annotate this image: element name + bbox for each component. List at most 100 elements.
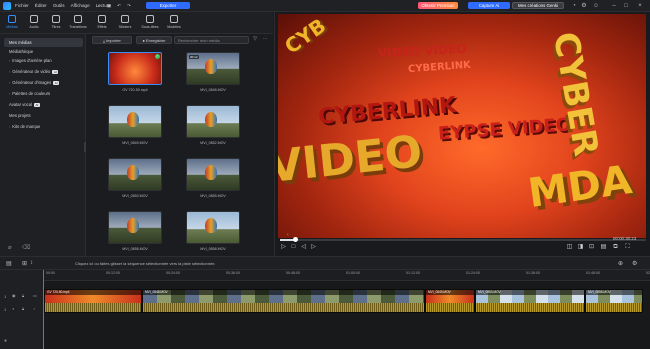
step-forward-icon[interactable]: ▷ (310, 244, 317, 251)
prev-frame-icon[interactable]: ‹ (287, 232, 289, 238)
scrubber-handle[interactable] (292, 237, 298, 242)
stop-icon[interactable]: □ (290, 244, 297, 251)
scene-text-bottom: MDA (525, 156, 635, 218)
save-icon[interactable]: ▣ (106, 2, 112, 9)
sidebar-item-video-generator[interactable]: › Générateur de vidéo AI (4, 67, 83, 76)
redo-icon[interactable]: ↷ (126, 2, 132, 9)
import-button[interactable]: ⤓ Importer (92, 36, 132, 44)
media-thumbnail[interactable] (108, 105, 162, 138)
close-icon[interactable]: × (636, 2, 644, 10)
duration-badge: 00:12 (189, 55, 199, 59)
check-icon: ✓ (155, 54, 160, 59)
tab-effects[interactable]: Effets (92, 14, 112, 32)
clip-label: MVI_0849.MOV (426, 290, 474, 295)
timecode-display: 00:00:30:23 (613, 236, 637, 241)
export-button[interactable]: Exporter (146, 2, 190, 9)
menu-file[interactable]: Fichier (15, 3, 29, 8)
timeline-settings-icon[interactable]: ⚙ (632, 260, 639, 267)
timeline-hint: Cliquez ici ou faites glisser la séquenc… (75, 261, 216, 266)
sidebar-item-backgrounds[interactable]: › Images d'arrière-plan (4, 56, 83, 65)
tab-subtitles[interactable]: Sous-titres (140, 14, 160, 32)
tab-titles[interactable]: Titres (46, 14, 66, 32)
step-back-icon[interactable]: ◁ (300, 244, 307, 251)
track-height-icon[interactable]: ↕ (30, 260, 37, 267)
lock-icon[interactable]: 🔒︎ (22, 306, 24, 311)
video-preview[interactable]: VIDEO CYBERLINK VIDEO VIDEO CYBERLINK EY… (278, 14, 646, 238)
media-thumbnail[interactable]: 00:12 (186, 52, 240, 85)
timeline-ruler[interactable]: 00:00 00:12:00 00:24:00 00:36:00 00:48:00 01:… (44, 270, 650, 281)
media-thumbnail[interactable] (186, 211, 240, 244)
tab-transitions[interactable]: Transitions (68, 14, 88, 32)
sidebar-item-color-palettes[interactable]: › Palettes de couleurs (4, 89, 83, 98)
maximize-icon[interactable]: □ (622, 2, 630, 10)
media-caption: MVI_0848.MOV (200, 88, 226, 92)
user-icon[interactable]: ☺ (592, 2, 600, 10)
menu-view[interactable]: Affichage (71, 3, 90, 8)
quality-icon[interactable]: ▤ (600, 244, 607, 251)
ai-badge: AI (33, 102, 40, 107)
menu-edit[interactable]: Éditer (35, 3, 47, 8)
undo-icon[interactable]: ↶ (116, 2, 122, 9)
media-thumbnail[interactable]: ✓ (108, 52, 162, 85)
record-button[interactable]: ● Enregistrer (136, 36, 172, 44)
timeline-menu-icon[interactable]: ▤ (6, 260, 13, 267)
timeline-clip[interactable]: GV 720-50.mp4 (44, 289, 142, 313)
timeline-clip[interactable]: MVI_0848.MOV (142, 289, 425, 313)
sidebar-item-image-generator[interactable]: › Générateur d'images AI (4, 78, 83, 87)
speaker-icon[interactable]: ◖ (12, 306, 14, 311)
get-premium-button[interactable]: Obtenir Premium (418, 2, 458, 9)
my-creations-button[interactable]: Mes créations Genki (512, 2, 564, 9)
notifications-icon[interactable]: ◔ (570, 2, 578, 10)
filter-icon[interactable]: ▽ (251, 36, 259, 44)
tab-stickers[interactable]: Stickers (115, 14, 135, 32)
effects-icon (98, 15, 106, 23)
media-thumbnail[interactable] (108, 158, 162, 191)
settings-icon[interactable]: ⚙ (580, 2, 588, 10)
ai-capture-button[interactable]: Capture Ai (468, 2, 510, 9)
chevron-right-icon: › (9, 70, 11, 74)
title-bar: Fichier Éditer Outils Affichage Lecture … (0, 0, 650, 12)
more-icon[interactable]: ⋯ (261, 36, 269, 44)
ai-badge: AI (53, 80, 60, 85)
sidebar-item-voice-avatar[interactable]: Avatar vocal AI (4, 100, 83, 109)
media-thumbnail[interactable] (186, 158, 240, 191)
fit-icon[interactable]: ⊡ (588, 244, 595, 251)
sidebar-item-brand-kits[interactable]: › Kits de marque (4, 122, 83, 131)
media-caption: MVI_0858.MOV (122, 247, 148, 251)
search-input[interactable]: Rechercher mon média (174, 36, 249, 44)
tab-media[interactable]: Médias (2, 14, 22, 32)
playback-scrubber[interactable] (280, 239, 646, 241)
timeline-clip[interactable]: MVI_0853.MOV (475, 289, 585, 313)
balloon-shape (205, 59, 217, 74)
sidebar-item-my-projects[interactable]: Mes projets (4, 111, 83, 120)
track-add-icon[interactable]: ● (4, 338, 7, 344)
balloon-shape (127, 218, 139, 233)
home-icon[interactable]: ⌂ (96, 2, 102, 9)
trash-icon[interactable]: ⌫ (22, 244, 30, 251)
tab-templates[interactable]: Modèles (164, 14, 184, 32)
fullscreen-icon[interactable]: ⛶ (624, 244, 631, 251)
sidebar-item-my-media[interactable]: Mes médias (4, 38, 83, 47)
media-thumbnail[interactable] (108, 211, 162, 244)
zoom-icon[interactable]: ⊕ (618, 260, 625, 267)
timeline-clip[interactable]: MVI_0858.MOV (585, 289, 643, 313)
menu-tools[interactable]: Outils (53, 3, 65, 8)
minimize-icon[interactable]: – (610, 2, 618, 10)
ruler-tick: 01:00:00 (346, 271, 360, 275)
eye-icon[interactable]: ◉ (12, 293, 16, 298)
library-tabs: Médias Audio Titres Transitions Effets S… (0, 12, 273, 34)
add-track-icon[interactable]: ⊞ (22, 260, 29, 267)
play-icon[interactable]: ▷ (280, 244, 287, 251)
undock-icon[interactable]: ⧉ (612, 244, 619, 251)
playhead[interactable] (43, 270, 44, 349)
media-thumbnail[interactable] (186, 105, 240, 138)
tab-audio[interactable]: Audio (24, 14, 44, 32)
lock-icon[interactable]: 🔒︎ (22, 293, 24, 298)
volume-icon[interactable]: ◨ (577, 244, 584, 251)
snapshot-icon[interactable]: ◫ (566, 244, 573, 251)
timeline-clip[interactable]: MVI_0849.MOV (425, 289, 475, 313)
sidebar-item-library[interactable]: Médiathèque (4, 47, 83, 56)
scene-text-corner: CYB (280, 14, 331, 59)
link-icon[interactable]: ⌀ (8, 244, 12, 251)
clip-label: MVI_0858.MOV (586, 290, 642, 295)
